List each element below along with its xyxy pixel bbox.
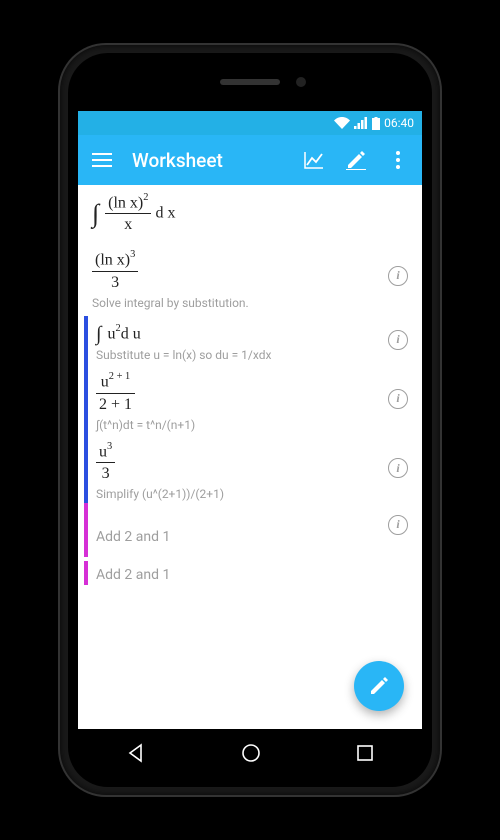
info-icon[interactable]: i [388, 330, 408, 350]
battery-icon [372, 117, 380, 130]
recents-button[interactable] [355, 743, 375, 763]
step-hint: Substitute u = ln(x) so du = 1/xdx [96, 348, 410, 362]
phone-frame: 06:40 Worksheet ∫ [60, 45, 440, 795]
pencil-icon[interactable] [344, 148, 368, 172]
edit-fab[interactable] [354, 661, 404, 711]
signal-icon [354, 117, 368, 129]
step-hint: Simplify (u^(2+1))/(2+1) [96, 487, 410, 501]
wifi-icon [334, 117, 350, 129]
status-time: 06:40 [384, 116, 414, 130]
back-button[interactable] [125, 742, 147, 764]
screen: 06:40 Worksheet ∫ [78, 111, 422, 729]
step-row[interactable]: ∫ u2d u i Substitute u = ln(x) so du = 1… [84, 316, 422, 365]
step-hint: Solve integral by substitution. [92, 296, 410, 310]
result-row[interactable]: (ln x)3 3 i Solve integral by substituti… [78, 236, 422, 315]
step-row[interactable]: Add 2 and 1 [84, 561, 422, 585]
overflow-icon[interactable] [386, 148, 410, 172]
phone-inner: 06:40 Worksheet ∫ [68, 53, 432, 787]
info-icon[interactable]: i [388, 515, 408, 535]
step-row[interactable]: u3 3 i Simplify (u^(2+1))/(2+1) [84, 434, 422, 503]
status-bar: 06:40 [78, 111, 422, 135]
step-row[interactable]: Add 2 and 1 i [84, 503, 422, 557]
home-button[interactable] [240, 742, 262, 764]
step-row[interactable]: u2 + 1 2 + 1 i ∫(t^n)dt = t^n/(n+1) [84, 364, 422, 433]
app-bar: Worksheet [78, 135, 422, 185]
step-hint: Add 2 and 1 [96, 515, 410, 555]
info-icon[interactable]: i [388, 266, 408, 286]
app-title: Worksheet [132, 149, 284, 172]
graph-icon[interactable] [302, 148, 326, 172]
info-icon[interactable]: i [388, 458, 408, 478]
integral-icon: ∫ [96, 324, 101, 344]
phone-sensor [296, 77, 306, 87]
info-icon[interactable]: i [388, 389, 408, 409]
integral-icon: ∫ [92, 201, 99, 227]
worksheet-content[interactable]: ∫ (ln x)2 x d x (ln x)3 3 i Solve integr… [78, 185, 422, 729]
step-hint: ∫(t^n)dt = t^n/(n+1) [96, 418, 410, 432]
phone-speaker [220, 79, 280, 85]
menu-icon[interactable] [90, 148, 114, 172]
android-nav-bar [78, 731, 422, 775]
step-hint: Add 2 and 1 [96, 561, 410, 583]
expression-input[interactable]: ∫ (ln x)2 x d x [78, 185, 422, 236]
pencil-icon [369, 676, 389, 696]
